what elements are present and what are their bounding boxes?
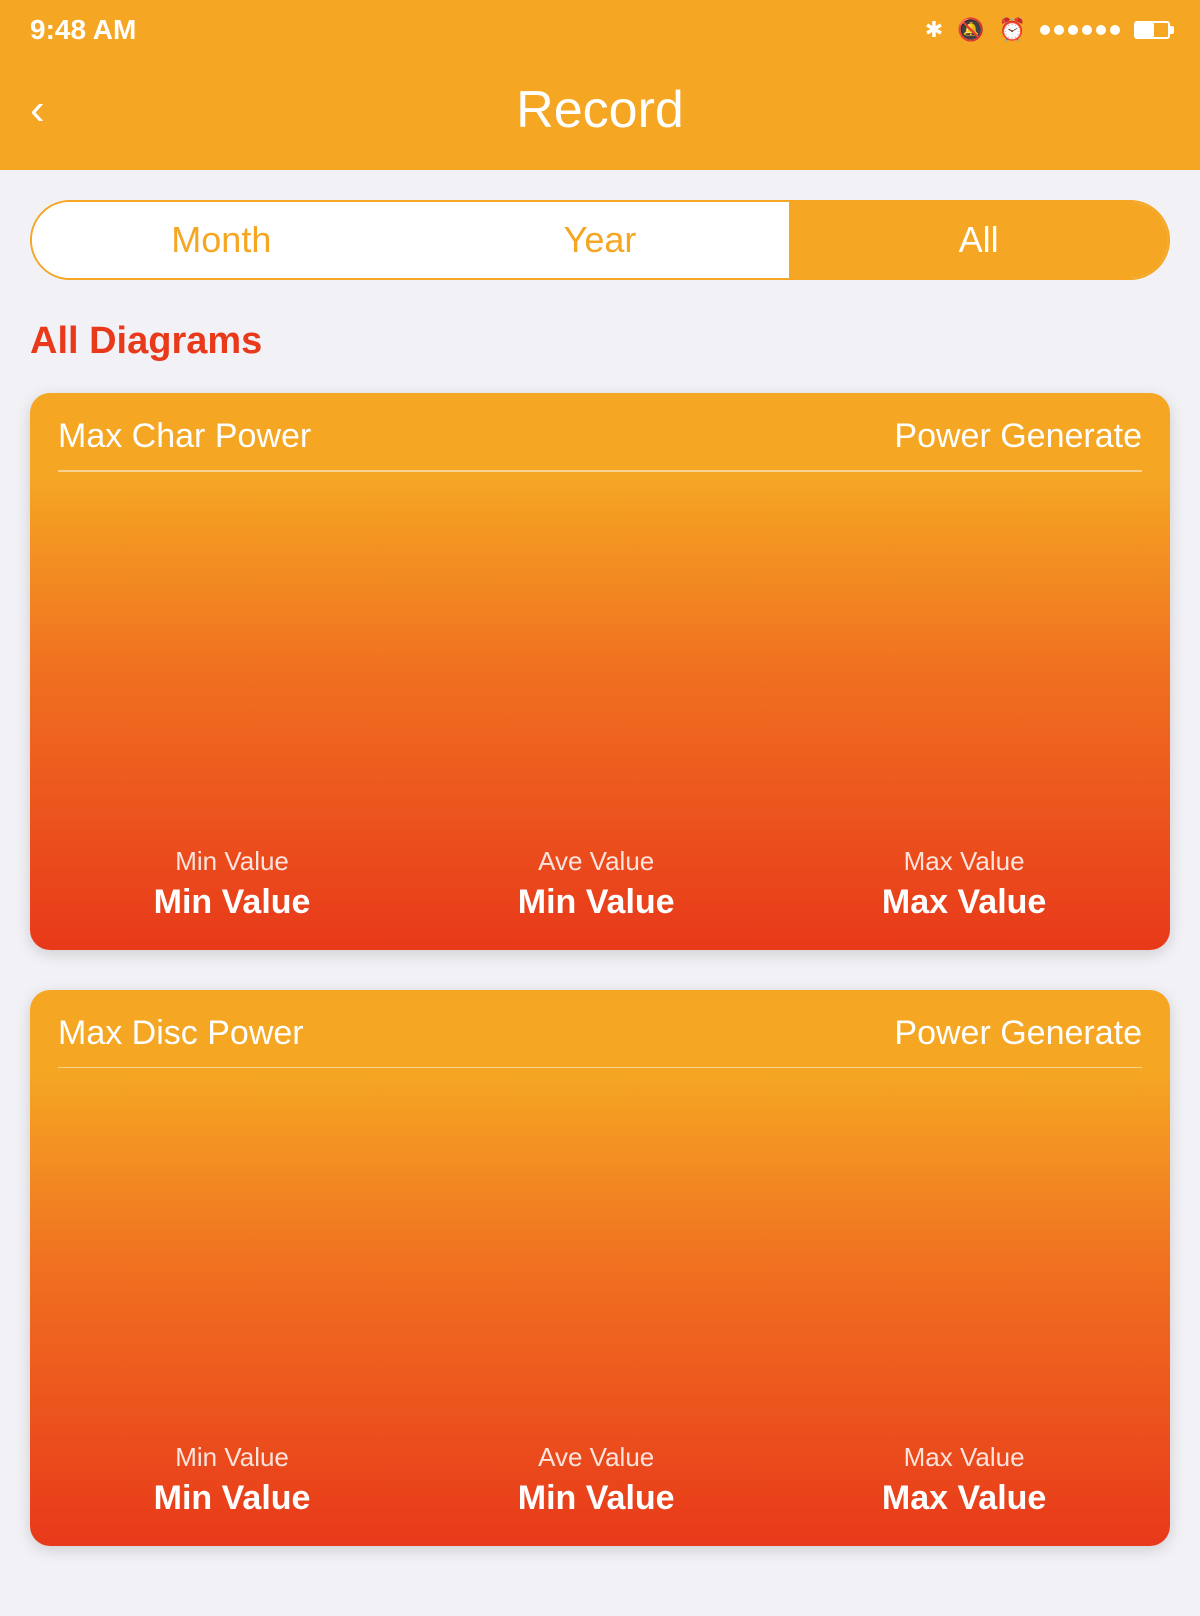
bluetooth-icon: ✱ [925,17,943,43]
card-title-char-right: Power Generate [894,417,1142,456]
page-title: Record [516,80,684,140]
stat-value-min: Min Value [154,883,311,922]
stat-label-min: Min Value [175,846,289,877]
status-time: 9:48 AM [30,14,136,46]
stat-value-disc-ave: Min Value [518,1479,675,1518]
card-title-disc-left: Max Disc Power [58,1014,304,1053]
stat-label-disc-min: Min Value [175,1442,289,1473]
stat-item-disc-min: Min Value Min Value [154,1442,311,1518]
tab-all[interactable]: All [789,202,1168,278]
stat-label-ave: Ave Value [538,846,654,877]
card-title-disc-right: Power Generate [894,1014,1142,1053]
card-header-disc: Max Disc Power Power Generate [30,990,1170,1067]
status-bar: 9:48 AM ✱ 🔕 ⏰ [0,0,1200,60]
card-stats-char: Min Value Min Value Ave Value Min Value … [30,822,1170,950]
stat-item-disc-max: Max Value Max Value [882,1442,1046,1518]
stat-value-max: Max Value [882,883,1046,922]
tab-month[interactable]: Month [32,202,411,278]
battery-icon [1134,21,1170,39]
section-title: All Diagrams [30,320,1170,363]
tab-selector: Month Year All [30,200,1170,280]
stat-item-ave: Ave Value Min Value [518,846,675,922]
card-title-char-left: Max Char Power [58,417,311,456]
chart-area-disc [30,1068,1170,1418]
card-stats-disc: Min Value Min Value Ave Value Min Value … [30,1418,1170,1546]
stat-item-min: Min Value Min Value [154,846,311,922]
diagram-card-char-power: Max Char Power Power Generate Min Value … [30,393,1170,950]
nav-bar: ‹ Record [0,60,1200,170]
chart-area-char [30,472,1170,822]
card-header-char: Max Char Power Power Generate [30,393,1170,470]
content-area: Month Year All All Diagrams Max Char Pow… [0,170,1200,1616]
stat-label-disc-max: Max Value [904,1442,1025,1473]
stat-item-disc-ave: Ave Value Min Value [518,1442,675,1518]
stat-value-disc-max: Max Value [882,1479,1046,1518]
back-button[interactable]: ‹ [30,85,45,135]
stat-value-disc-min: Min Value [154,1479,311,1518]
mute-icon: 🔕 [957,17,984,43]
stat-label-disc-ave: Ave Value [538,1442,654,1473]
alarm-icon: ⏰ [999,17,1026,43]
tab-year[interactable]: Year [411,202,790,278]
stat-label-max: Max Value [904,846,1025,877]
stat-item-max: Max Value Max Value [882,846,1046,922]
stat-value-ave: Min Value [518,883,675,922]
diagram-card-disc-power: Max Disc Power Power Generate Min Value … [30,990,1170,1547]
signal-dots [1040,25,1120,35]
status-icons: ✱ 🔕 ⏰ [925,17,1170,43]
